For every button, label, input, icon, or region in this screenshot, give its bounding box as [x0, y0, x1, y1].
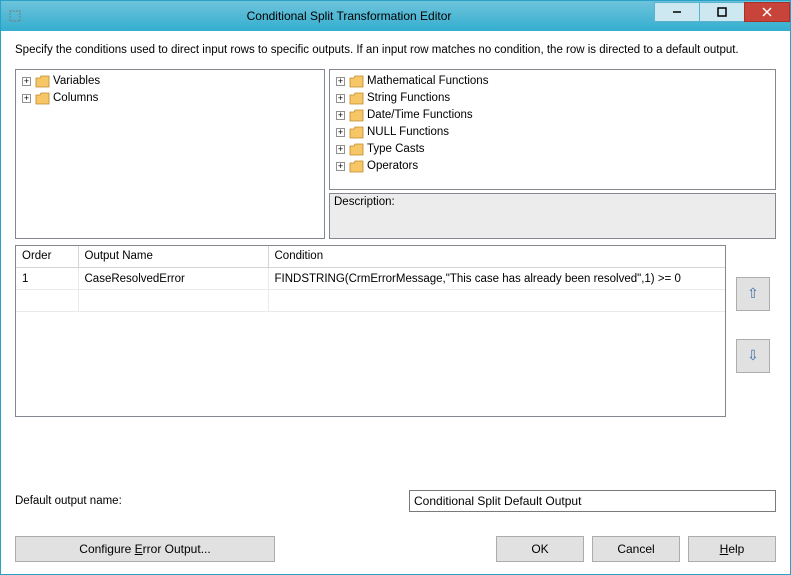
tree-item-label: Columns	[53, 92, 98, 104]
move-down-button[interactable]: ⇩	[736, 339, 770, 373]
conditions-grid[interactable]: Order Output Name Condition 1 CaseResolv…	[15, 245, 726, 417]
expand-icon[interactable]: +	[336, 162, 345, 171]
tree-item-label: Mathematical Functions	[367, 75, 488, 87]
table-row[interactable]: 1 CaseResolvedError FINDSTRING(CrmErrorM…	[16, 268, 725, 290]
default-output-input[interactable]	[409, 490, 776, 512]
expand-icon[interactable]: +	[336, 77, 345, 86]
description-label: Description:	[334, 196, 771, 208]
folder-icon	[349, 108, 365, 122]
table-row-new[interactable]	[16, 290, 725, 312]
minimize-button[interactable]	[654, 2, 700, 22]
tree-item-label: Type Casts	[367, 143, 425, 155]
cancel-button[interactable]: Cancel	[592, 536, 680, 562]
tree-item-columns[interactable]: + Columns	[18, 90, 322, 107]
maximize-button[interactable]	[699, 2, 745, 22]
expand-icon[interactable]: +	[336, 94, 345, 103]
col-header-order[interactable]: Order	[16, 246, 78, 268]
description-area	[334, 210, 771, 236]
arrow-up-icon: ⇧	[747, 285, 759, 302]
help-button[interactable]: Help	[688, 536, 776, 562]
folder-icon	[349, 142, 365, 156]
tree-item-label: Operators	[367, 160, 418, 172]
cell-output-name[interactable]: CaseResolvedError	[78, 268, 268, 290]
expand-icon[interactable]: +	[336, 145, 345, 154]
cell-order[interactable]: 1	[16, 268, 78, 290]
folder-icon	[349, 91, 365, 105]
tree-item-string-functions[interactable]: + String Functions	[332, 90, 773, 107]
folder-icon	[349, 125, 365, 139]
tree-item-label: Variables	[53, 75, 100, 87]
tree-item-type-casts[interactable]: + Type Casts	[332, 141, 773, 158]
tree-item-variables[interactable]: + Variables	[18, 73, 322, 90]
col-header-output-name[interactable]: Output Name	[78, 246, 268, 268]
expand-icon[interactable]: +	[22, 77, 31, 86]
tree-item-operators[interactable]: + Operators	[332, 158, 773, 175]
expand-icon[interactable]: +	[336, 128, 345, 137]
tree-item-datetime-functions[interactable]: + Date/Time Functions	[332, 107, 773, 124]
tree-item-label: String Functions	[367, 92, 450, 104]
ok-button[interactable]: OK	[496, 536, 584, 562]
window-title: Conditional Split Transformation Editor	[43, 9, 655, 23]
col-header-condition[interactable]: Condition	[268, 246, 725, 268]
folder-icon	[349, 159, 365, 173]
description-panel: Description:	[329, 193, 776, 239]
folder-icon	[35, 91, 51, 105]
instruction-text: Specify the conditions used to direct in…	[15, 43, 776, 59]
window-titlebar: Conditional Split Transformation Editor	[1, 1, 790, 31]
tree-item-math-functions[interactable]: + Mathematical Functions	[332, 73, 773, 90]
cell-condition[interactable]: FINDSTRING(CrmErrorMessage,"This case ha…	[268, 268, 725, 290]
close-button[interactable]	[744, 2, 790, 22]
tree-item-null-functions[interactable]: + NULL Functions	[332, 124, 773, 141]
expand-icon[interactable]: +	[22, 94, 31, 103]
move-up-button[interactable]: ⇧	[736, 277, 770, 311]
configure-error-output-button[interactable]: Configure Error Output...	[15, 536, 275, 562]
folder-icon	[349, 74, 365, 88]
variables-columns-tree[interactable]: + Variables + Columns	[15, 69, 325, 239]
tree-item-label: Date/Time Functions	[367, 109, 473, 121]
expand-icon[interactable]: +	[336, 111, 345, 120]
functions-tree[interactable]: + Mathematical Functions + String Functi…	[329, 69, 776, 190]
folder-icon	[35, 74, 51, 88]
arrow-down-icon: ⇩	[747, 347, 759, 364]
tree-item-label: NULL Functions	[367, 126, 449, 138]
default-output-label: Default output name:	[15, 495, 405, 507]
app-icon	[7, 8, 23, 24]
